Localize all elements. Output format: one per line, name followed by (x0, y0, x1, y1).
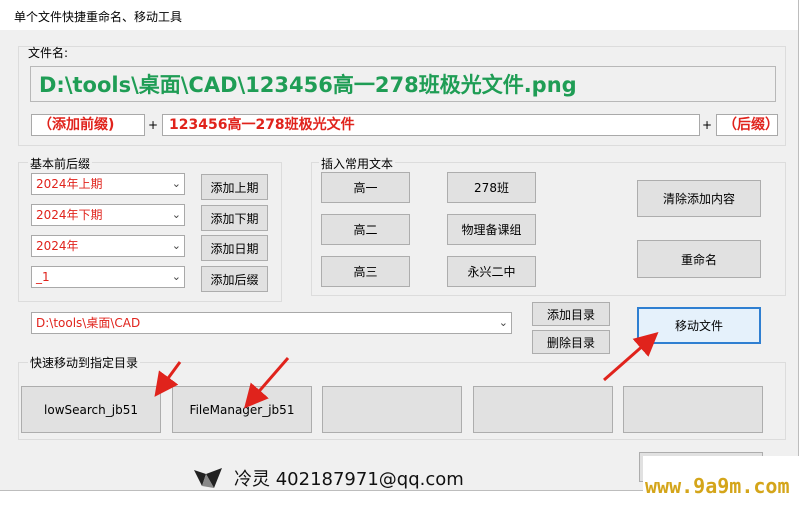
arrow-icon (154, 361, 182, 397)
arrow-icon (603, 332, 659, 382)
arrow-icon (244, 357, 290, 409)
annotation-arrows (154, 332, 659, 409)
